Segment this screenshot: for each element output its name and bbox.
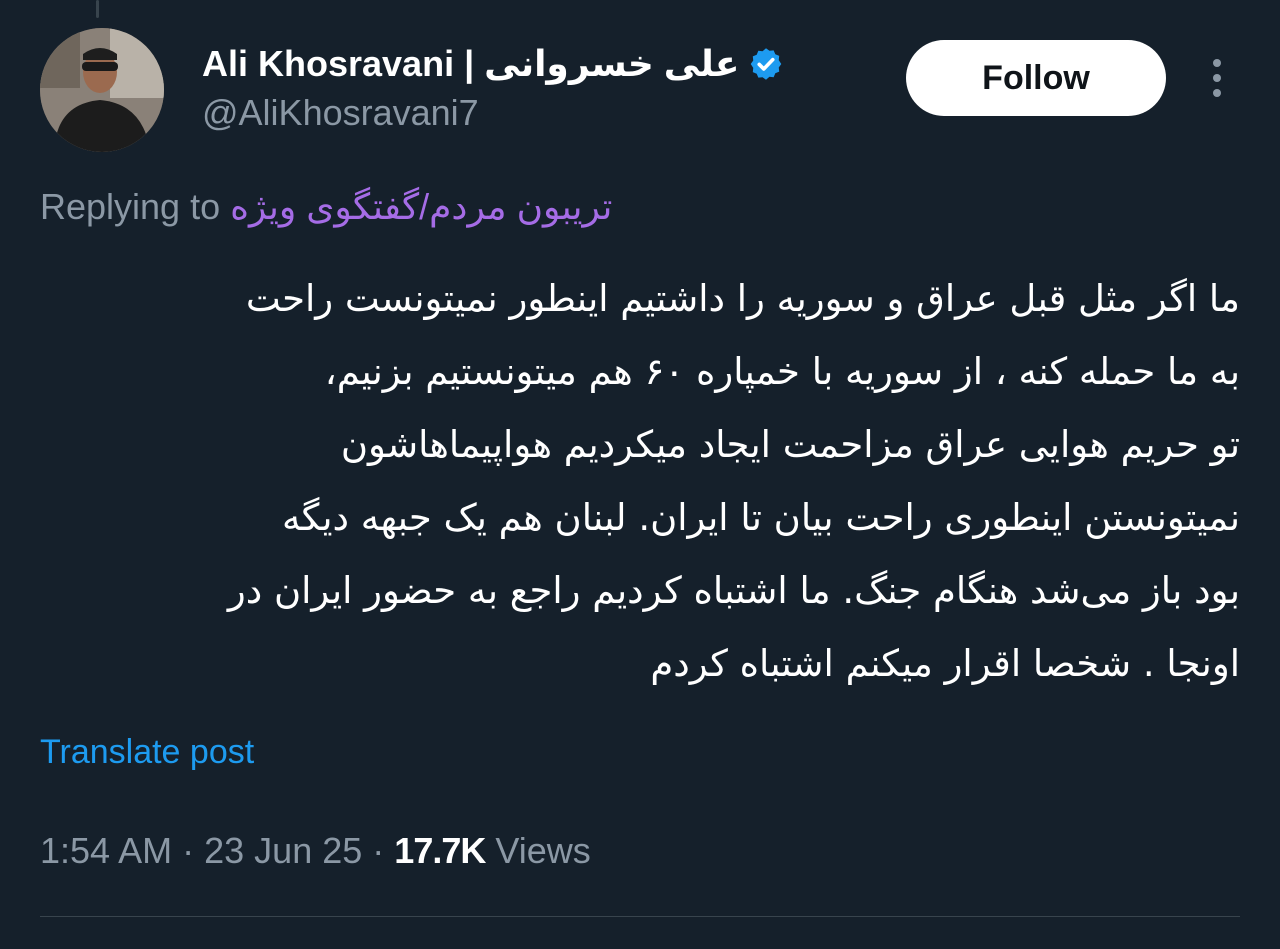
profile-photo-icon	[40, 28, 164, 152]
author-block: Ali Khosravani | علی خسروانی @AliKhosrav…	[202, 40, 784, 134]
replying-mention-link[interactable]: تریبون مردم/گفتگوی ویژه	[230, 186, 612, 227]
meta-separator: ·	[182, 830, 195, 871]
follow-button[interactable]: Follow	[906, 40, 1166, 116]
post-metadata: 1:54 AM · 23 Jun 25 · 17.7K Views	[40, 830, 591, 872]
author-name-row: Ali Khosravani | علی خسروانی	[202, 40, 784, 88]
post-text-line: تو حریم هوایی عراق مزاحمت ایجاد میکردیم …	[340, 423, 1240, 466]
divider	[40, 916, 1240, 917]
post-text-line: به ما حمله کنه ، از سوریه با خمپاره ۶۰ ه…	[324, 350, 1240, 393]
post-text-line: اونجا . شخصا اقرار میکنم اشتباه کردم	[650, 642, 1240, 685]
views-label: Views	[495, 830, 591, 871]
verified-badge-icon	[748, 46, 784, 82]
post-text-line: بود باز می‌شد هنگام جنگ. ما اشتباه کردیم…	[227, 569, 1240, 612]
avatar[interactable]	[40, 28, 164, 152]
author-display-name[interactable]: Ali Khosravani | علی خسروانی	[202, 43, 740, 85]
meta-separator: ·	[372, 830, 385, 871]
post-date[interactable]: 23 Jun 25	[204, 830, 362, 871]
thread-connector-line	[96, 0, 99, 18]
views-count: 17.7K	[394, 830, 486, 871]
replying-prefix: Replying to	[40, 186, 221, 227]
post-text-line: ما اگر مثل قبل عراق و سوریه را داشتیم ای…	[245, 277, 1240, 320]
post-text: ما اگر مثل قبل عراق و سوریه را داشتیم ای…	[40, 262, 1240, 700]
translate-post-link[interactable]: Translate post	[40, 733, 254, 772]
more-vertical-icon[interactable]	[1204, 56, 1230, 100]
tweet-page: Ali Khosravani | علی خسروانی @AliKhosrav…	[0, 0, 1280, 949]
author-handle[interactable]: @AliKhosravani7	[202, 92, 784, 134]
post-text-line: نمیتونستن اینطوری راحت بیان تا ایران. لب…	[281, 496, 1240, 539]
replying-to: Replying to تریبون مردم/گفتگوی ویژه	[40, 186, 612, 228]
post-time[interactable]: 1:54 AM	[40, 830, 172, 871]
